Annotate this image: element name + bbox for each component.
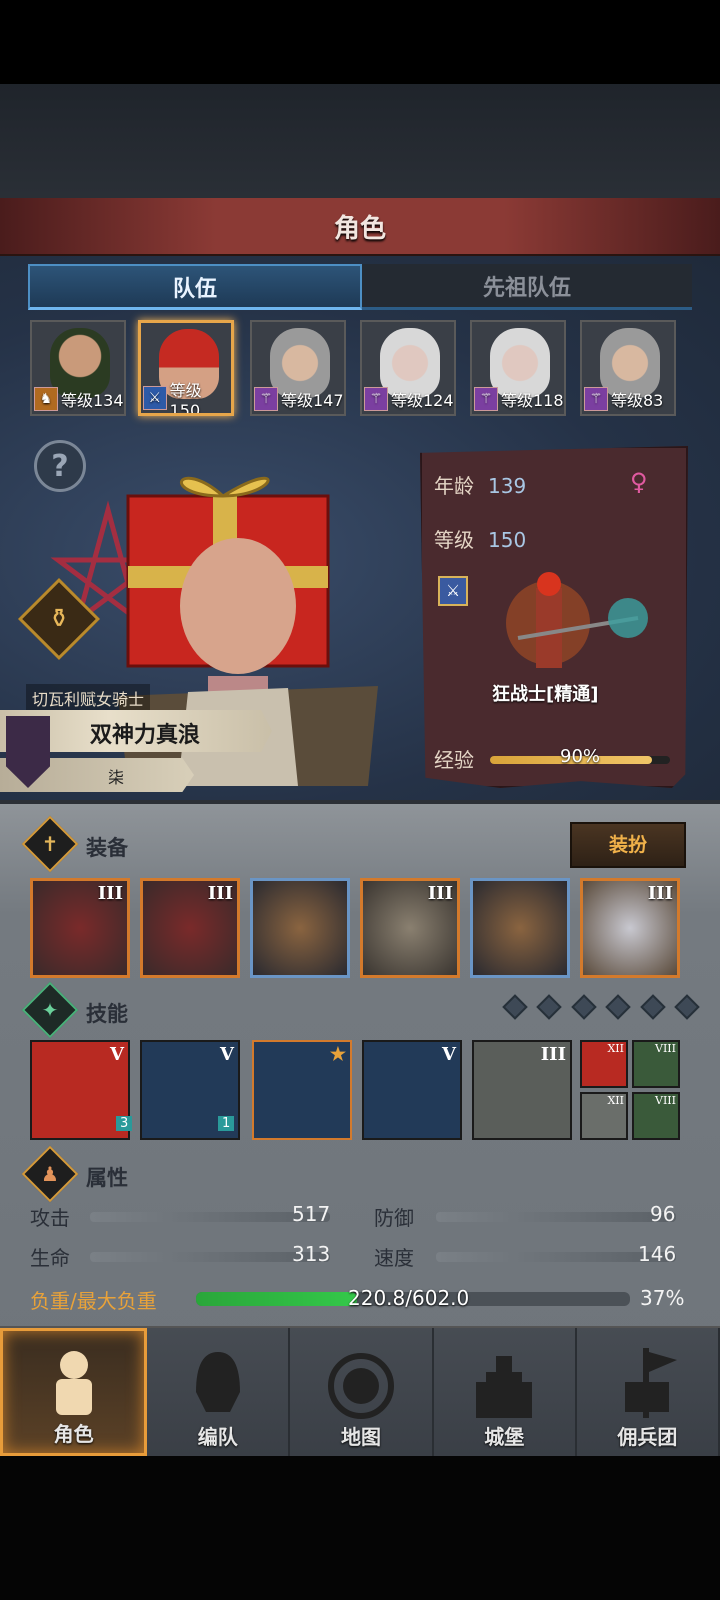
hp-value: 313 bbox=[292, 1242, 331, 1266]
female-icon: ♀ bbox=[630, 468, 648, 496]
roster-portrait-4[interactable]: ⚚ 等级124 bbox=[360, 320, 456, 416]
skill-badge: 1 bbox=[218, 1116, 235, 1131]
equip-slot-ring[interactable]: III bbox=[580, 878, 680, 978]
nav-map[interactable]: 地图 bbox=[290, 1328, 434, 1456]
speed-label: 速度 bbox=[374, 1246, 414, 1270]
roster-level: ⚔ 等级150 bbox=[143, 381, 231, 413]
equip-slot-helmet[interactable] bbox=[250, 878, 350, 978]
skills-title: 技能 bbox=[86, 1002, 128, 1026]
horse-icon: ♞ bbox=[34, 387, 58, 411]
nav-formation[interactable]: 编队 bbox=[147, 1328, 291, 1456]
defense-track bbox=[436, 1212, 676, 1222]
defense-label: 防御 bbox=[374, 1206, 414, 1230]
attack-label: 攻击 bbox=[30, 1206, 70, 1230]
berserker-figure bbox=[506, 572, 648, 668]
skill-diamond bbox=[571, 994, 597, 1020]
skill-diamond bbox=[639, 994, 666, 1020]
equip-slot-weapon-main[interactable]: III bbox=[30, 878, 130, 978]
nav-mercenary[interactable]: 佣兵团 bbox=[576, 1328, 720, 1456]
skill-slot-4[interactable]: V bbox=[362, 1040, 462, 1140]
attack-value: 517 bbox=[292, 1202, 331, 1226]
speed-value: 146 bbox=[638, 1242, 677, 1266]
staff-icon: ⚚ bbox=[254, 387, 278, 411]
compass-map-icon bbox=[328, 1353, 394, 1419]
staff-icon: ⚚ bbox=[364, 387, 388, 411]
staff-icon: ⚚ bbox=[474, 387, 498, 411]
sword-class-icon: ⚔ bbox=[438, 576, 468, 606]
skill-diamond bbox=[502, 994, 528, 1020]
passive-skill-1[interactable]: XII bbox=[580, 1040, 628, 1088]
passive-skill-3[interactable]: XII bbox=[580, 1092, 628, 1140]
nav-castle[interactable]: 城堡 bbox=[433, 1328, 577, 1456]
load-label: 负重/最大负重 bbox=[30, 1289, 157, 1313]
roster-level: ⚚ 等级147 bbox=[254, 386, 344, 412]
level-row: 等级 150 bbox=[434, 528, 527, 552]
knight-icon bbox=[55, 1351, 92, 1415]
roster-portrait-6[interactable]: ⚚ 等级83 bbox=[580, 320, 676, 416]
skill-slot-5[interactable]: III bbox=[472, 1040, 572, 1140]
skill-slot-1[interactable]: V3 bbox=[30, 1040, 133, 1140]
class-name: 狂战士[精通] bbox=[492, 684, 599, 705]
roster-level: ⚚ 等级124 bbox=[364, 386, 454, 412]
nav-character[interactable]: 角色 bbox=[0, 1328, 148, 1456]
tab-team[interactable]: 队伍 bbox=[28, 264, 362, 310]
defense-value: 96 bbox=[650, 1202, 676, 1226]
passive-skill-2[interactable]: VIII bbox=[632, 1040, 680, 1088]
staff-icon: ⚚ bbox=[584, 387, 608, 411]
skill-diamond bbox=[605, 994, 631, 1020]
help-button[interactable]: ? bbox=[34, 440, 86, 492]
roster-portrait-1[interactable]: ♞ 等级134 bbox=[30, 320, 126, 416]
roster-level: ⚚ 等级83 bbox=[584, 386, 663, 412]
skill-slot-3[interactable]: ★ bbox=[252, 1040, 352, 1140]
dress-up-button[interactable]: 装扮 bbox=[570, 822, 686, 868]
page-header: 角色 bbox=[0, 198, 720, 256]
page-title: 角色 bbox=[333, 213, 386, 244]
attributes-title: 属性 bbox=[86, 1166, 128, 1190]
bottom-bar-area bbox=[0, 1456, 720, 1600]
helmet-icon bbox=[195, 1352, 240, 1412]
exp-row: 经验 90% bbox=[434, 744, 684, 774]
status-bar-area bbox=[0, 0, 720, 84]
hero-class-title: 切瓦利赋女骑士 bbox=[26, 684, 151, 712]
skill-diamond bbox=[674, 994, 700, 1020]
equip-slot-weapon-off[interactable]: III bbox=[140, 878, 240, 978]
skill-slot-2[interactable]: V1 bbox=[140, 1040, 240, 1140]
star-icon: ★ bbox=[329, 1044, 346, 1065]
roster-portrait-5[interactable]: ⚚ 等级118 bbox=[470, 320, 566, 416]
age-row: 年龄 139 bbox=[434, 474, 527, 498]
roster-portrait-3[interactable]: ⚚ 等级147 bbox=[250, 320, 346, 416]
hp-label: 生命 bbox=[30, 1246, 70, 1270]
roster-level: ⚚ 等级118 bbox=[474, 386, 564, 412]
skill-diamond bbox=[536, 994, 563, 1020]
passive-skill-4[interactable]: VIII bbox=[632, 1092, 680, 1140]
hero-info-panel: 年龄 139 ♀ 等级 150 ⚔ 狂战士[精通] 经验 90% bbox=[420, 446, 688, 788]
equip-slot-armor[interactable]: III bbox=[360, 878, 460, 978]
equip-slot-boots[interactable] bbox=[470, 878, 570, 978]
hero-name: 双神力真浪 bbox=[90, 723, 201, 748]
castle-icon bbox=[476, 1356, 533, 1418]
sword-icon: ⚔ bbox=[143, 386, 167, 410]
roster: ♞ 等级134 ⚔ 等级150 ⚚ 等级147 ⚚ 等级124 ⚚ 等级118 ⚚ 等级83 bbox=[30, 320, 690, 416]
bottom-nav: 角色 编队 地图 城堡 佣兵团 bbox=[0, 1326, 720, 1456]
load-fill bbox=[196, 1292, 357, 1306]
hero-rank: 柒 bbox=[108, 768, 125, 787]
load-value: 220.8/602.0 bbox=[348, 1286, 470, 1310]
banner-flag-icon bbox=[625, 1348, 678, 1418]
exp-value: 90% bbox=[560, 746, 601, 767]
team-tabs: 队伍 先祖队伍 bbox=[28, 264, 692, 310]
potion-icon: ⚱ bbox=[48, 604, 70, 634]
load-percent: 37% bbox=[640, 1286, 685, 1310]
skill-slot-indicators bbox=[502, 994, 700, 1022]
skill-badge: 3 bbox=[116, 1116, 133, 1131]
roster-portrait-2[interactable]: ⚔ 等级150 bbox=[138, 320, 234, 416]
tab-ancestor-team[interactable]: 先祖队伍 bbox=[362, 264, 692, 310]
equipment-title: 装备 bbox=[86, 836, 128, 860]
roster-level: ♞ 等级134 bbox=[34, 386, 124, 412]
